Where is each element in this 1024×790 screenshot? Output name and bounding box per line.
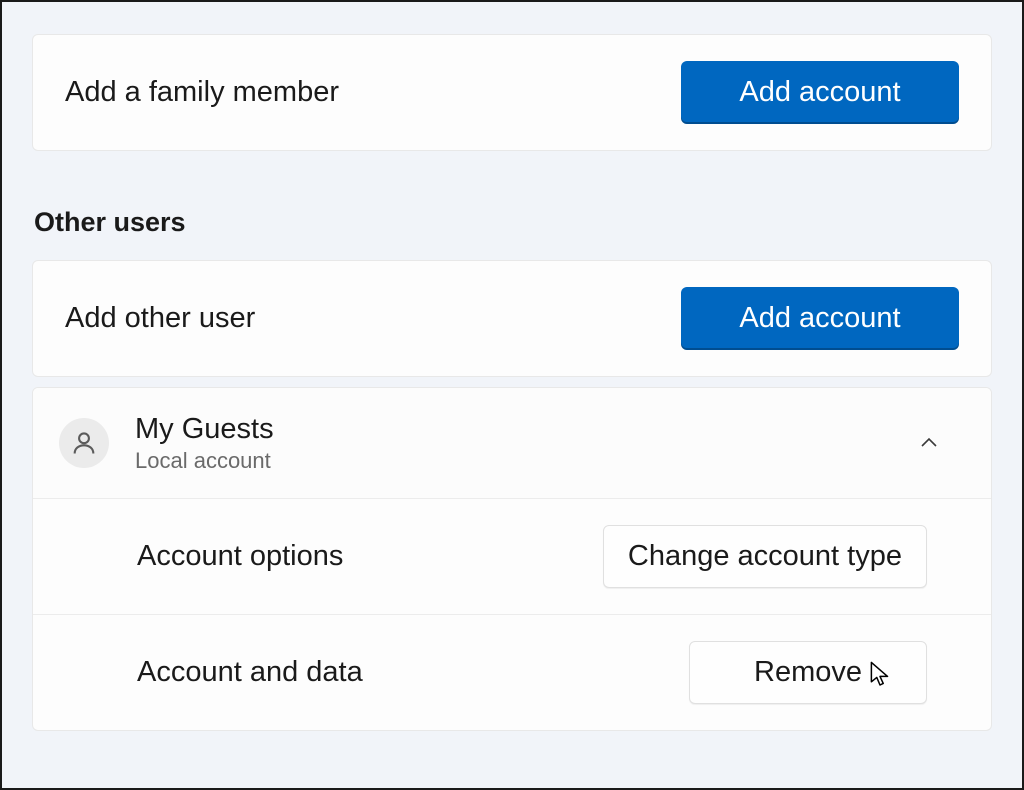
user-info: My Guests Local account — [135, 412, 917, 474]
add-family-member-card: Add a family member Add account — [32, 34, 992, 151]
account-options-row: Account options Change account type — [33, 498, 991, 614]
account-and-data-row: Account and data Remove — [33, 614, 991, 730]
remove-account-button[interactable]: Remove — [689, 641, 927, 704]
other-users-heading: Other users — [34, 207, 992, 238]
add-other-user-row: Add other user Add account — [33, 261, 991, 376]
add-family-member-label: Add a family member — [65, 76, 339, 109]
account-and-data-label: Account and data — [137, 656, 363, 689]
user-card: My Guests Local account Account options … — [32, 387, 992, 731]
add-family-account-button[interactable]: Add account — [681, 61, 959, 124]
user-header-row[interactable]: My Guests Local account — [33, 388, 991, 498]
account-options-label: Account options — [137, 540, 343, 573]
person-icon — [70, 429, 98, 457]
add-other-user-card: Add other user Add account — [32, 260, 992, 377]
user-account-type: Local account — [135, 448, 917, 474]
user-avatar — [59, 418, 109, 468]
change-account-type-button[interactable]: Change account type — [603, 525, 927, 588]
user-name: My Guests — [135, 412, 917, 447]
add-family-member-row: Add a family member Add account — [33, 35, 991, 150]
chevron-up-icon — [917, 431, 941, 455]
add-other-account-button[interactable]: Add account — [681, 287, 959, 350]
add-other-user-label: Add other user — [65, 302, 255, 335]
